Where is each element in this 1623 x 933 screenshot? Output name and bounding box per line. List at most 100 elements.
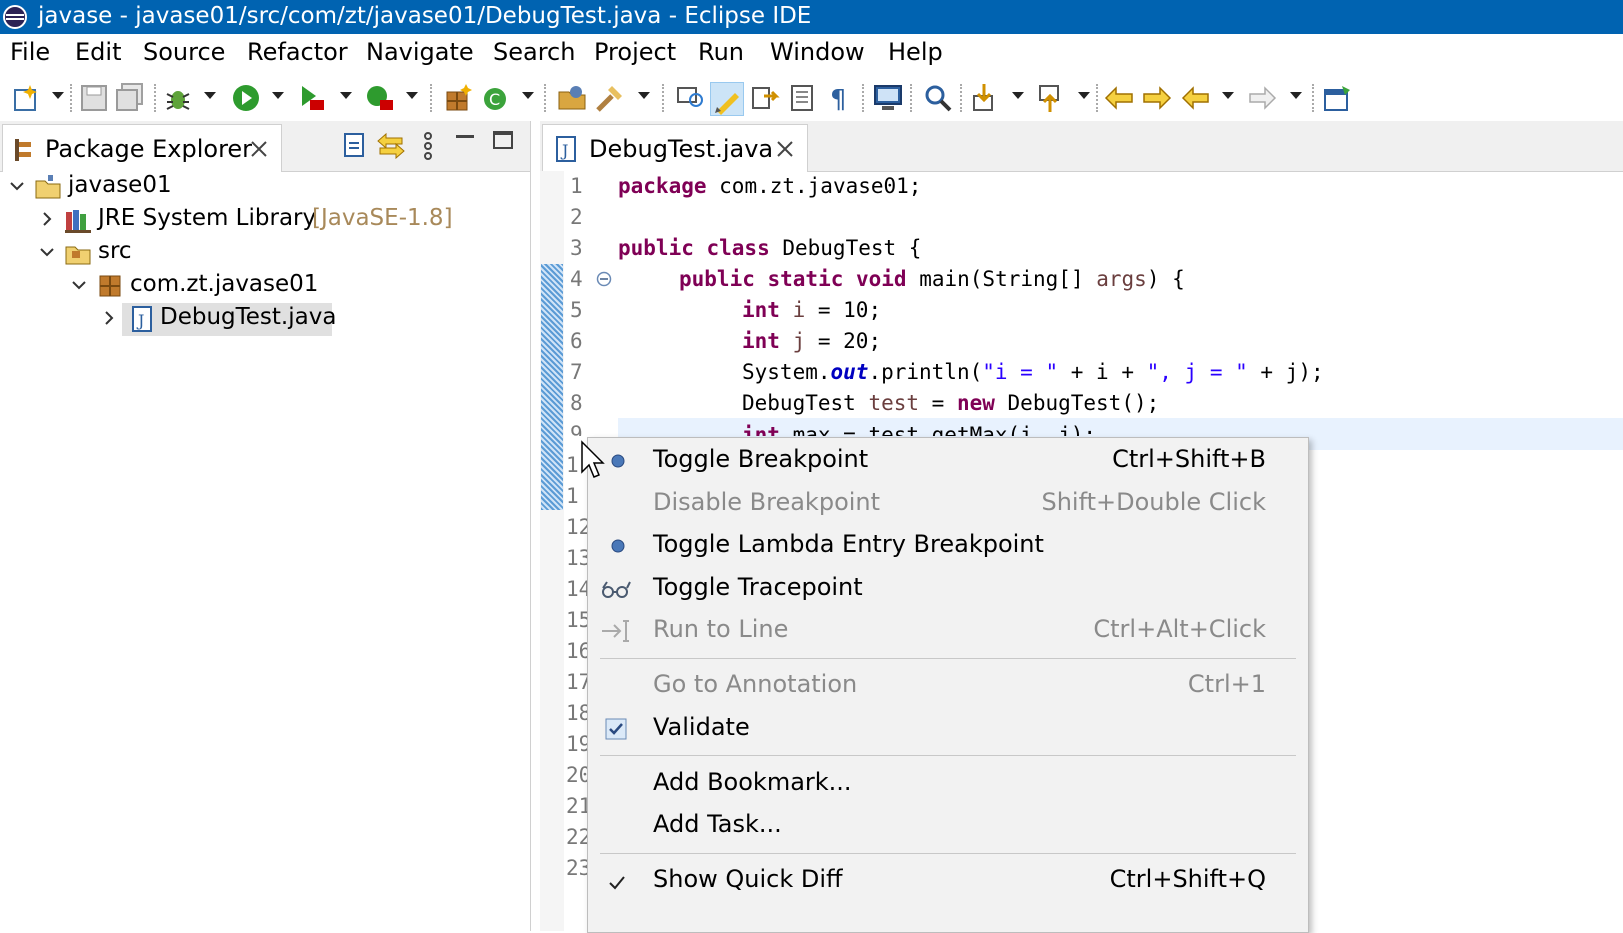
code-line-8[interactable]: DebugTest test = new DebugTest();	[742, 391, 1159, 415]
show-whitespace-icon[interactable]	[786, 82, 818, 114]
back-icon[interactable]	[1180, 82, 1212, 114]
code-line-7[interactable]: System.out.println("i = " + i + ", j = "…	[742, 360, 1324, 384]
menu-edit[interactable]: Edit	[75, 38, 121, 66]
mouse-cursor-icon	[581, 440, 605, 478]
line-number: 22	[566, 825, 587, 849]
search-tools-icon[interactable]	[594, 82, 626, 114]
line-number: 1	[570, 174, 583, 198]
display-icon[interactable]	[872, 82, 904, 114]
menu-separator	[600, 658, 1296, 659]
run-dropdown-icon[interactable]	[272, 92, 284, 99]
save-icon[interactable]	[78, 82, 110, 114]
previous-edit-icon[interactable]	[1036, 82, 1068, 114]
code-line-5[interactable]: int i = 10;	[742, 298, 881, 322]
mark-occurrences-icon[interactable]	[710, 82, 744, 116]
menu-item-toggle-breakpoint[interactable]: Toggle Breakpoint Ctrl+Shift+B	[588, 441, 1308, 481]
menu-item-shortcut: Ctrl+Shift+B	[1112, 445, 1266, 473]
open-type-icon[interactable]	[556, 82, 588, 114]
next-edit-dropdown-icon[interactable]	[1012, 92, 1024, 99]
package-explorer-view: Package Explorer javase01 JRE System Lib…	[0, 121, 531, 931]
coverage-dropdown-icon[interactable]	[340, 92, 352, 99]
menu-file[interactable]: File	[10, 38, 50, 66]
src-label: src	[98, 238, 132, 264]
chevron-right-icon[interactable]	[38, 210, 56, 228]
menu-item-toggle-lambda-breakpoint[interactable]: Toggle Lambda Entry Breakpoint	[588, 526, 1308, 566]
menu-help[interactable]: Help	[888, 38, 943, 66]
tab-package-explorer[interactable]: Package Explorer	[2, 124, 282, 172]
link-with-editor-icon[interactable]	[376, 131, 406, 159]
chevron-right-icon[interactable]	[100, 309, 118, 327]
menu-item-go-to-annotation[interactable]: Go to Annotation Ctrl+1	[588, 666, 1308, 706]
tree-item-package[interactable]: com.zt.javase01	[0, 270, 520, 303]
menu-item-show-quick-diff[interactable]: Show Quick Diff Ctrl+Shift+Q	[588, 861, 1308, 901]
menu-source[interactable]: Source	[143, 38, 225, 66]
code-text: com.zt.javase01;	[706, 174, 922, 198]
code-line-6[interactable]: int j = 20;	[742, 329, 881, 353]
code-keyword: int	[742, 329, 780, 353]
forward-icon[interactable]	[1246, 82, 1278, 114]
menu-item-label: Toggle Lambda Entry Breakpoint	[653, 530, 1044, 558]
menu-item-add-bookmark[interactable]: Add Bookmark...	[588, 764, 1308, 804]
run-icon[interactable]	[230, 82, 262, 114]
new-icon[interactable]	[10, 82, 42, 114]
close-icon[interactable]	[775, 139, 795, 159]
code-line-4[interactable]: public static void main(String[] args) {	[679, 267, 1185, 291]
code-variable: i	[779, 298, 806, 322]
menu-window[interactable]: Window	[770, 38, 865, 66]
menu-navigate[interactable]: Navigate	[366, 38, 474, 66]
collapse-all-icon[interactable]	[340, 131, 368, 159]
pin-editor-icon[interactable]	[1322, 82, 1354, 114]
save-all-icon[interactable]	[114, 82, 146, 114]
code-line-1[interactable]: package com.zt.javase01;	[618, 174, 921, 198]
inspect-icon[interactable]	[922, 82, 954, 114]
code-line-9[interactable]: int max = test.getMax(i, j);	[742, 420, 1096, 436]
external-tools-icon[interactable]	[364, 82, 396, 114]
menu-item-add-task[interactable]: Add Task...	[588, 806, 1308, 846]
debug-icon[interactable]	[162, 82, 194, 114]
menu-item-shortcut: Ctrl+Alt+Click	[1093, 615, 1266, 643]
next-annotation-icon[interactable]	[750, 82, 782, 114]
new-package-icon[interactable]	[442, 82, 474, 114]
pilcrow-icon[interactable]: ¶	[824, 82, 856, 114]
line-number: 8	[570, 391, 583, 415]
next-edit-icon[interactable]	[970, 82, 1002, 114]
close-icon[interactable]	[249, 139, 269, 159]
fold-collapse-icon[interactable]	[596, 271, 612, 287]
minimize-icon[interactable]	[454, 129, 476, 151]
previous-edit-dropdown-icon[interactable]	[1078, 92, 1090, 99]
menu-item-run-to-line[interactable]: Run to Line Ctrl+Alt+Click	[588, 611, 1308, 651]
menu-item-toggle-tracepoint[interactable]: Toggle Tracepoint	[588, 569, 1308, 609]
tree-item-jre[interactable]: JRE System Library [JavaSE-1.8]	[0, 204, 520, 237]
back-dropdown-icon[interactable]	[1222, 92, 1234, 99]
tree-item-file[interactable]: J DebugTest.java	[0, 303, 520, 336]
last-edit-location-icon[interactable]	[1104, 82, 1136, 114]
open-perspective-icon[interactable]	[674, 82, 706, 114]
debug-dropdown-icon[interactable]	[204, 92, 216, 99]
menu-search[interactable]: Search	[493, 38, 575, 66]
chevron-down-icon[interactable]	[70, 276, 88, 294]
line-number: 6	[570, 329, 583, 353]
tree-item-src[interactable]: src	[0, 237, 520, 270]
tab-debugtest-java[interactable]: J DebugTest.java	[542, 124, 808, 172]
new-class-dropdown-icon[interactable]	[522, 92, 534, 99]
tree-item-project[interactable]: javase01	[0, 171, 520, 204]
menu-item-validate[interactable]: Validate	[588, 709, 1308, 749]
new-class-icon[interactable]: C	[480, 82, 512, 114]
maximize-icon[interactable]	[492, 129, 514, 151]
chevron-down-icon[interactable]	[38, 243, 56, 261]
menu-refactor[interactable]: Refactor	[247, 38, 348, 66]
menu-item-disable-breakpoint[interactable]: Disable Breakpoint Shift+Double Click	[588, 484, 1308, 524]
menu-run[interactable]: Run	[698, 38, 744, 66]
line-number: 16	[566, 639, 587, 663]
code-line-3[interactable]: public class DebugTest {	[618, 236, 921, 260]
chevron-down-icon[interactable]	[8, 177, 26, 195]
view-menu-icon[interactable]	[420, 131, 436, 161]
new-dropdown-icon[interactable]	[52, 92, 64, 99]
external-tools-dropdown-icon[interactable]	[406, 92, 418, 99]
search-dropdown-icon[interactable]	[638, 92, 650, 99]
menu-item-label: Add Task...	[653, 810, 782, 838]
forward-dropdown-icon[interactable]	[1290, 92, 1302, 99]
menu-project[interactable]: Project	[594, 38, 676, 66]
forward-edit-icon[interactable]	[1140, 82, 1172, 114]
coverage-icon[interactable]	[296, 82, 328, 114]
